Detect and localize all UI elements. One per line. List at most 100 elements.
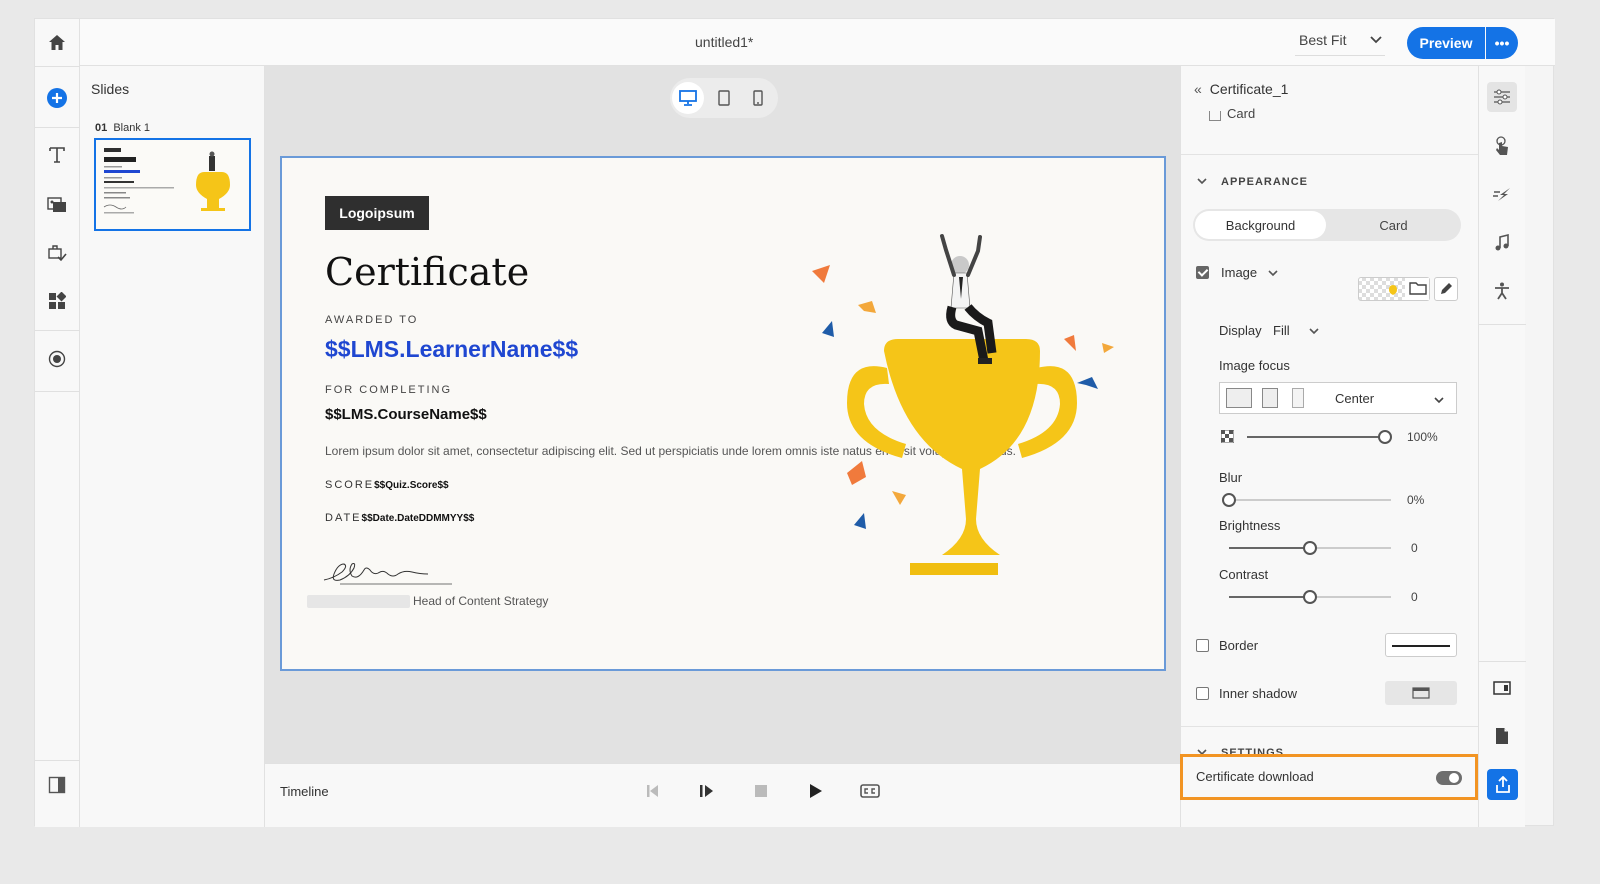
properties-header[interactable]: « Certificate_1 bbox=[1194, 81, 1288, 97]
logo[interactable]: Logoipsum bbox=[325, 196, 429, 230]
date-label: DATE bbox=[325, 512, 362, 524]
display-dropdown[interactable]: Fill bbox=[1273, 323, 1290, 338]
inner-shadow-label: Inner shadow bbox=[1219, 686, 1298, 701]
certificate-title[interactable]: Certificate bbox=[325, 250, 529, 294]
course-name-variable[interactable]: $$LMS.CourseName$$ bbox=[325, 406, 487, 423]
inner-shadow-checkbox[interactable] bbox=[1196, 687, 1209, 700]
collapse-icon[interactable]: « bbox=[1194, 81, 1202, 97]
learner-name-variable[interactable]: $$LMS.LearnerName$$ bbox=[325, 336, 578, 363]
score-label: SCORE bbox=[325, 479, 375, 491]
tab-card[interactable]: Card bbox=[1328, 211, 1459, 239]
for-completing-label[interactable]: FOR COMPLETING bbox=[325, 384, 452, 396]
stop-icon[interactable] bbox=[749, 780, 773, 802]
opacity-icon bbox=[1220, 429, 1235, 448]
image-focus-label: Image focus bbox=[1219, 358, 1290, 373]
date-variable: $$Date.DateDDMMYY$$ bbox=[361, 513, 475, 524]
widgets-icon[interactable] bbox=[43, 287, 71, 315]
border-style-button[interactable] bbox=[1385, 633, 1457, 657]
card-option-label: Card bbox=[1227, 106, 1256, 121]
focus-center-icon[interactable] bbox=[1262, 388, 1278, 408]
animation-icon[interactable] bbox=[1487, 179, 1517, 209]
appearance-tabs: Background Card bbox=[1193, 209, 1461, 241]
brightness-slider[interactable] bbox=[1229, 541, 1391, 555]
properties-title: Certificate_1 bbox=[1209, 81, 1289, 97]
blur-value: 0% bbox=[1407, 493, 1425, 507]
desktop-view-button[interactable] bbox=[672, 82, 704, 114]
timeline-bar: Timeline bbox=[265, 763, 1180, 827]
properties-panel: « Certificate_1 Card APPEARANCE Backgroun… bbox=[1180, 66, 1479, 827]
chevron-down-icon[interactable] bbox=[1196, 176, 1208, 189]
contrast-slider[interactable] bbox=[1229, 590, 1391, 604]
document-icon[interactable] bbox=[1487, 721, 1517, 751]
share-button[interactable] bbox=[1487, 769, 1518, 800]
mobile-view-button[interactable] bbox=[742, 82, 774, 114]
signature-image[interactable] bbox=[322, 550, 457, 590]
blur-slider[interactable] bbox=[1222, 493, 1391, 507]
opacity-value: 100% bbox=[1407, 430, 1438, 444]
appearance-section-title[interactable]: APPEARANCE bbox=[1221, 176, 1308, 188]
add-icon[interactable] bbox=[43, 84, 71, 112]
slide-number: 01 bbox=[95, 122, 108, 134]
step-back-icon[interactable] bbox=[641, 780, 665, 802]
slide-name: Blank 1 bbox=[113, 122, 151, 134]
slides-panel: Slides 01 Blank 1 bbox=[80, 66, 265, 827]
text-icon[interactable] bbox=[43, 141, 71, 169]
image-label: Image bbox=[1221, 265, 1258, 280]
card-checkbox[interactable] bbox=[1209, 111, 1221, 121]
contrast-value: 0 bbox=[1411, 590, 1418, 604]
signatory-name-placeholder[interactable] bbox=[307, 595, 410, 608]
certificate-download-label: Certificate download bbox=[1196, 769, 1314, 784]
image-focus-control[interactable]: Center bbox=[1219, 382, 1457, 414]
chevron-down-icon[interactable] bbox=[1267, 265, 1279, 283]
audio-icon[interactable] bbox=[1487, 228, 1517, 258]
app-window: untitled1* Best Fit Preview ••• Slides 0… bbox=[34, 18, 1555, 827]
chevron-down-icon[interactable] bbox=[1369, 32, 1383, 49]
trophy-illustration[interactable] bbox=[792, 223, 1152, 583]
signatory-title[interactable]: Head of Content Strategy bbox=[413, 594, 548, 608]
opacity-slider[interactable] bbox=[1247, 430, 1392, 444]
edit-image-button[interactable] bbox=[1434, 277, 1458, 301]
preview-button[interactable]: Preview bbox=[1407, 27, 1485, 59]
tablet-view-button[interactable] bbox=[708, 82, 740, 114]
accessibility-icon[interactable] bbox=[1487, 276, 1517, 306]
certificate-download-toggle[interactable] bbox=[1436, 771, 1462, 785]
image-focus-value: Center bbox=[1335, 391, 1375, 406]
zoom-dropdown[interactable]: Best Fit bbox=[1299, 32, 1346, 48]
step-forward-icon[interactable] bbox=[695, 780, 719, 802]
panel-toggle-icon[interactable] bbox=[43, 771, 71, 799]
display-label: Display bbox=[1219, 323, 1262, 338]
chevron-down-icon[interactable] bbox=[1433, 392, 1445, 410]
left-toolbar bbox=[35, 19, 80, 827]
slides-heading: Slides bbox=[91, 81, 130, 97]
date-line[interactable]: DATE$$Date.DateDDMMYY$$ bbox=[325, 512, 474, 524]
timeline-label[interactable]: Timeline bbox=[280, 784, 329, 799]
home-icon[interactable] bbox=[43, 29, 71, 57]
tab-background[interactable]: Background bbox=[1195, 211, 1326, 239]
interaction-touch-icon[interactable] bbox=[1487, 131, 1517, 161]
inner-shadow-button[interactable] bbox=[1385, 681, 1457, 705]
contrast-label: Contrast bbox=[1219, 567, 1269, 582]
certificate-slide[interactable]: Logoipsum Certificate AWARDED TO $$LMS.L… bbox=[280, 156, 1166, 671]
focus-top-icon[interactable] bbox=[1226, 388, 1252, 408]
top-bar: untitled1* Best Fit Preview ••• bbox=[80, 19, 1555, 66]
border-checkbox[interactable] bbox=[1196, 639, 1209, 652]
slide-layout-icon[interactable] bbox=[1487, 673, 1517, 703]
more-options-button[interactable]: ••• bbox=[1486, 27, 1518, 59]
closed-captions-icon[interactable] bbox=[858, 780, 882, 802]
folder-icon[interactable] bbox=[1409, 280, 1427, 301]
chevron-down-icon[interactable] bbox=[1308, 323, 1320, 341]
play-icon[interactable] bbox=[803, 780, 827, 802]
blur-label: Blur bbox=[1219, 470, 1243, 485]
image-checkbox[interactable] bbox=[1196, 266, 1209, 279]
record-icon[interactable] bbox=[43, 345, 71, 373]
interaction-icon[interactable] bbox=[43, 239, 71, 267]
media-icon[interactable] bbox=[43, 190, 71, 218]
device-switcher bbox=[670, 78, 778, 118]
properties-icon[interactable] bbox=[1487, 82, 1517, 112]
awarded-to-label[interactable]: AWARDED TO bbox=[325, 314, 418, 326]
score-line[interactable]: SCORE$$Quiz.Score$$ bbox=[325, 479, 449, 491]
focus-bottom-icon[interactable] bbox=[1292, 388, 1304, 408]
slide-thumbnail[interactable] bbox=[94, 138, 251, 231]
border-label: Border bbox=[1219, 638, 1259, 653]
right-toolbar bbox=[1478, 66, 1526, 827]
